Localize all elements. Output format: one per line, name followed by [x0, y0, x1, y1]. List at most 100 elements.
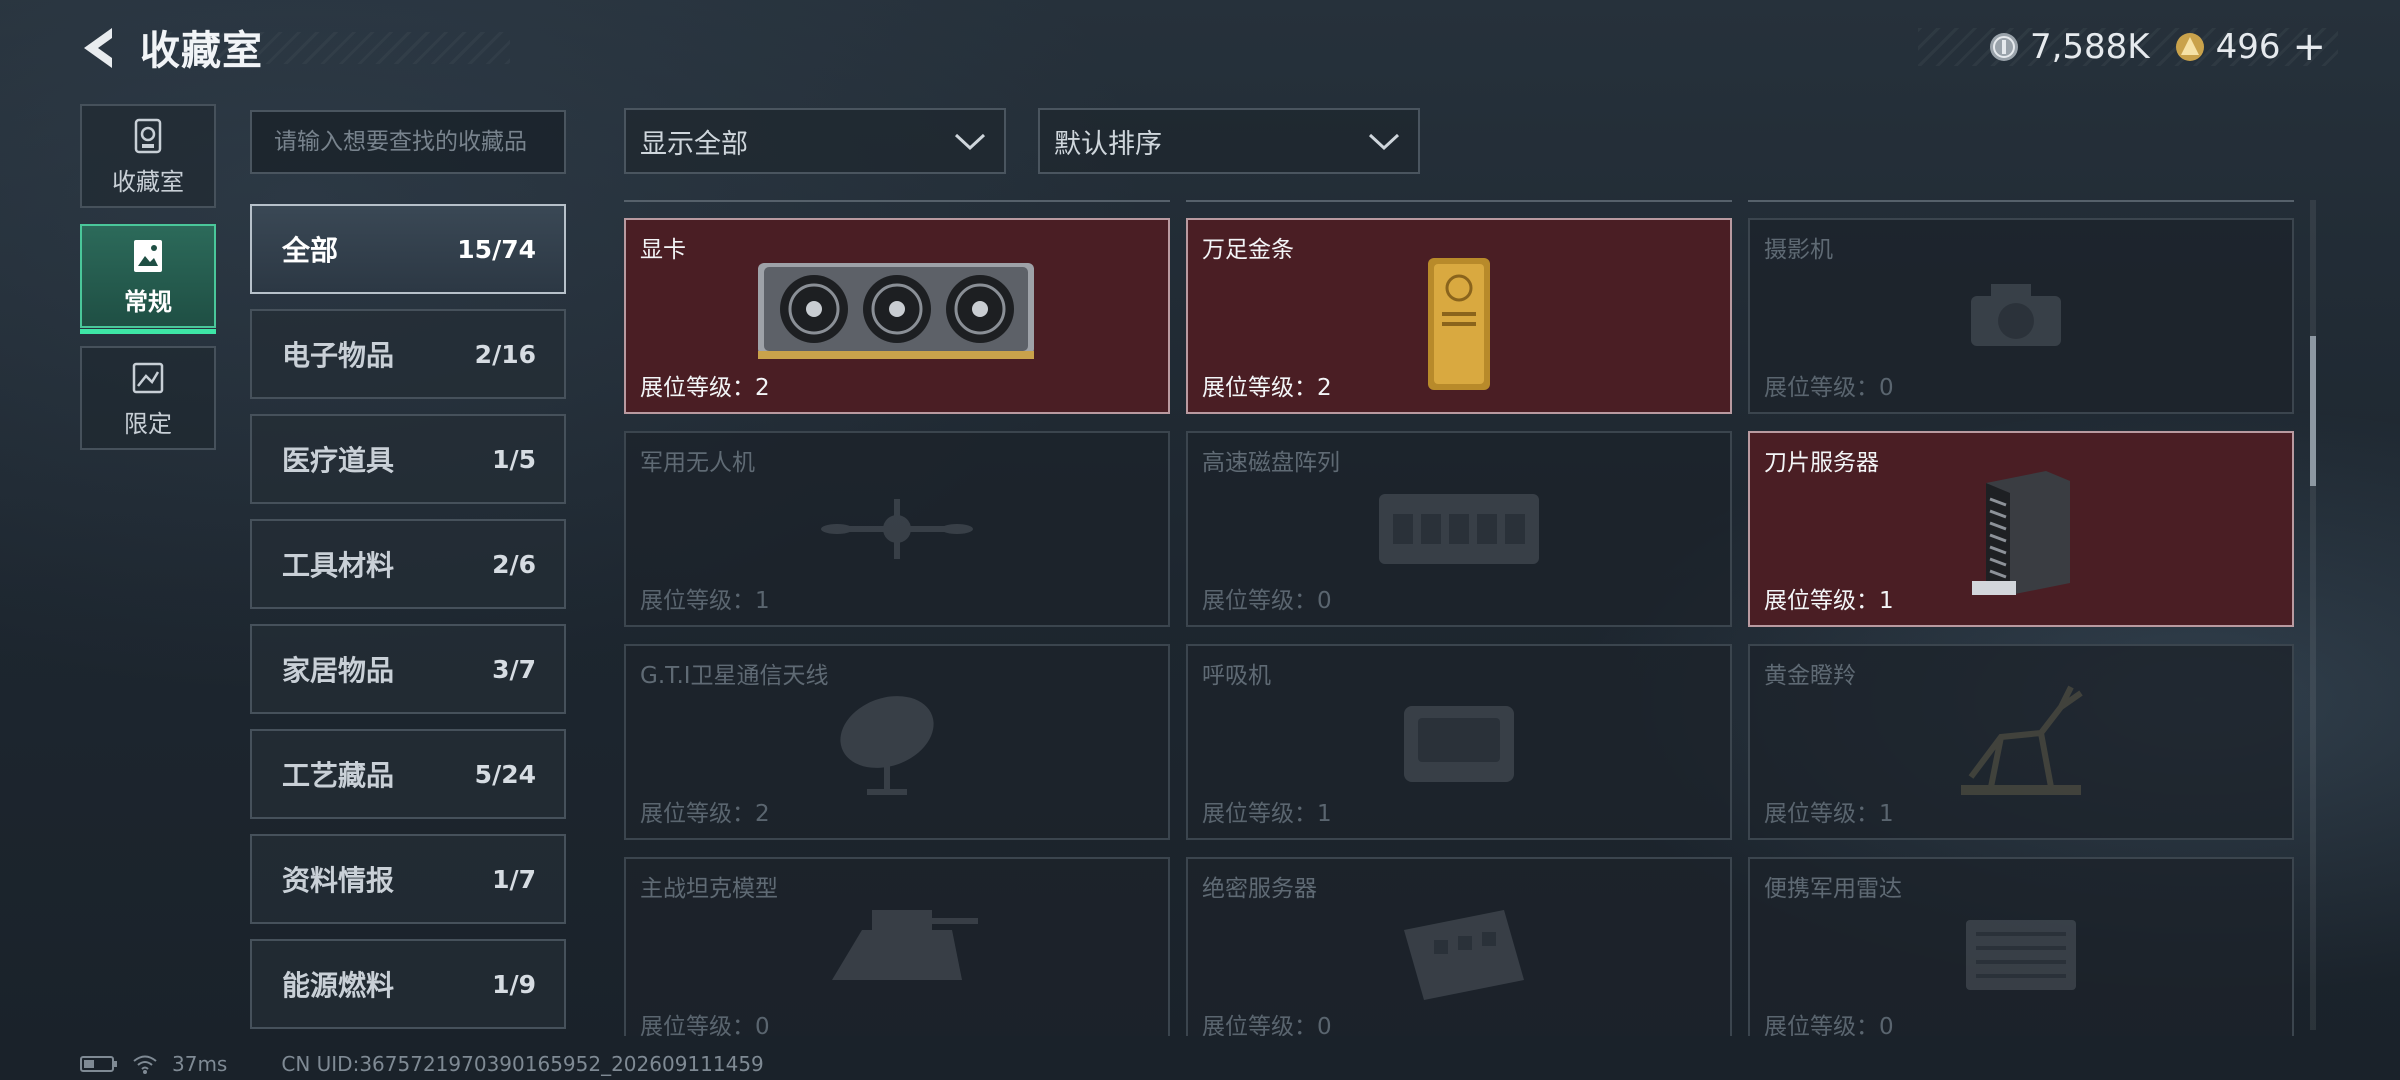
nav-regular[interactable]: 常规 — [80, 224, 216, 334]
item-card-drone[interactable]: 军用无人机 展位等级：1 — [624, 431, 1170, 627]
item-name: 显卡 — [640, 237, 686, 263]
silver-currency-value: 7,588K — [2029, 27, 2150, 67]
silver-coin-icon — [1988, 31, 2020, 63]
category-energy[interactable]: 能源燃料 1/9 — [250, 939, 566, 1029]
collection-grid: 显卡 展位等级：2 万足金条 展位等级：2 摄影机 展位等级：0 军用无人机 展… — [624, 200, 2298, 1036]
category-intel[interactable]: 资料情报 1/7 — [250, 834, 566, 924]
grid-divider — [1186, 200, 1732, 202]
category-tools[interactable]: 工具材料 2/6 — [250, 519, 566, 609]
ventilator-icon — [1404, 706, 1514, 782]
item-card-portable-radar[interactable]: 便携军用雷达 展位等级：0 — [1748, 857, 2294, 1036]
item-card-blade-server[interactable]: 刀片服务器 展位等级：1 — [1748, 431, 2294, 627]
back-button[interactable] — [78, 24, 126, 72]
item-level: 展位等级：0 — [640, 1014, 770, 1036]
search-input[interactable] — [274, 129, 542, 155]
item-name: 万足金条 — [1202, 237, 1294, 263]
item-name: 便携军用雷达 — [1764, 876, 1902, 902]
wifi-icon — [133, 1055, 157, 1074]
category-name: 医疗道具 — [282, 444, 395, 477]
secret-server-icon — [1404, 910, 1524, 1000]
category-count: 15/74 — [457, 234, 536, 264]
category-count: 5/24 — [474, 759, 536, 789]
sort-dropdown[interactable]: 默认排序 — [1038, 108, 1420, 174]
currency-bar: 7,588K 496 + — [1918, 27, 2338, 67]
category-name: 工艺藏品 — [282, 759, 395, 792]
category-electronics[interactable]: 电子物品 2/16 — [250, 309, 566, 399]
grid-divider — [624, 200, 1170, 202]
camera-icon — [1971, 284, 2061, 346]
ping-value: 37ms — [172, 1052, 228, 1076]
item-name: 刀片服务器 — [1764, 450, 1879, 476]
radar-icon — [1966, 920, 2076, 990]
item-name: 军用无人机 — [640, 450, 755, 476]
category-count: 3/7 — [492, 654, 536, 684]
gazelle-icon — [1961, 685, 2083, 795]
item-name: 绝密服务器 — [1202, 876, 1317, 902]
item-card-gpu[interactable]: 显卡 展位等级：2 — [624, 218, 1170, 414]
item-name: 高速磁盘阵列 — [1202, 450, 1340, 476]
category-name: 资料情报 — [282, 864, 395, 897]
item-level: 展位等级：2 — [640, 801, 770, 827]
nav-collection-room[interactable]: 收藏室 — [80, 104, 216, 208]
search-box — [250, 110, 566, 174]
item-name: G.T.I卫星通信天线 — [640, 663, 829, 689]
tank-icon — [832, 910, 978, 980]
item-card-disk-array[interactable]: 高速磁盘阵列 展位等级：0 — [1186, 431, 1732, 627]
chevron-down-icon — [954, 133, 986, 151]
trophy-icon — [134, 118, 162, 153]
item-card-gold-bar[interactable]: 万足金条 展位等级：2 — [1186, 218, 1732, 414]
gold-bar-icon — [1428, 258, 1490, 390]
category-name: 全部 — [282, 234, 339, 267]
item-level: 展位等级：0 — [1202, 588, 1332, 614]
category-name: 能源燃料 — [282, 969, 395, 1002]
add-currency-button[interactable]: + — [2292, 27, 2326, 67]
item-level: 展位等级：0 — [1202, 1014, 1332, 1036]
chevron-down-icon — [1368, 133, 1400, 151]
item-card-satellite-antenna[interactable]: G.T.I卫星通信天线 展位等级：2 — [624, 644, 1170, 840]
grid-scrollbar[interactable] — [2310, 200, 2316, 1030]
item-card-camera[interactable]: 摄影机 展位等级：0 — [1748, 218, 2294, 414]
category-count: 2/6 — [492, 549, 536, 579]
display-filter-value: 显示全部 — [640, 128, 748, 160]
drone-icon — [821, 499, 973, 559]
scrollbar-thumb[interactable] — [2310, 336, 2316, 486]
item-level: 展位等级：0 — [1764, 1014, 1894, 1036]
status-bar: 37ms CN UID:3675721970390165952_20260911… — [80, 1052, 764, 1076]
item-name: 主战坦克模型 — [640, 876, 778, 902]
page-title-wrap: 收藏室 — [140, 22, 263, 74]
item-card-ventilator[interactable]: 呼吸机 展位等级：1 — [1186, 644, 1732, 840]
category-all[interactable]: 全部 15/74 — [250, 204, 566, 294]
item-card-secret-server[interactable]: 绝密服务器 展位等级：0 — [1186, 857, 1732, 1036]
nav-limited[interactable]: 限定 — [80, 346, 216, 450]
category-household[interactable]: 家居物品 3/7 — [250, 624, 566, 714]
item-level: 展位等级：1 — [1202, 801, 1332, 827]
battery-icon — [80, 1056, 117, 1072]
item-name: 黄金瞪羚 — [1764, 663, 1856, 689]
category-count: 1/7 — [492, 864, 536, 894]
item-card-tank-model[interactable]: 主战坦克模型 展位等级：0 — [624, 857, 1170, 1036]
item-level: 展位等级：1 — [1764, 588, 1894, 614]
gold-coin-icon — [2174, 31, 2206, 63]
item-level: 展位等级：0 — [1764, 375, 1894, 401]
satellite-dish-icon — [840, 696, 934, 795]
item-card-golden-gazelle[interactable]: 黄金瞪羚 展位等级：1 — [1748, 644, 2294, 840]
item-name: 摄影机 — [1764, 237, 1833, 263]
nav-label: 限定 — [124, 409, 172, 438]
category-name: 电子物品 — [282, 339, 395, 372]
limited-icon — [132, 362, 164, 393]
display-filter-dropdown[interactable]: 显示全部 — [624, 108, 1006, 174]
nav-label: 收藏室 — [112, 167, 184, 196]
nav-label: 常规 — [124, 287, 172, 316]
grid-divider — [1748, 200, 2294, 202]
page-title: 收藏室 — [140, 28, 263, 74]
item-level: 展位等级：1 — [1764, 801, 1894, 827]
disk-array-icon — [1379, 494, 1539, 564]
category-crafts[interactable]: 工艺藏品 5/24 — [250, 729, 566, 819]
category-count: 2/16 — [474, 339, 536, 369]
uid-text: CN UID:3675721970390165952_202609111459 — [281, 1052, 764, 1076]
category-medical[interactable]: 医疗道具 1/5 — [250, 414, 566, 504]
gold-currency-value: 496 — [2215, 27, 2281, 67]
gpu-icon — [758, 263, 1034, 359]
back-arrow-icon — [84, 28, 112, 68]
category-count: 1/5 — [492, 444, 536, 474]
